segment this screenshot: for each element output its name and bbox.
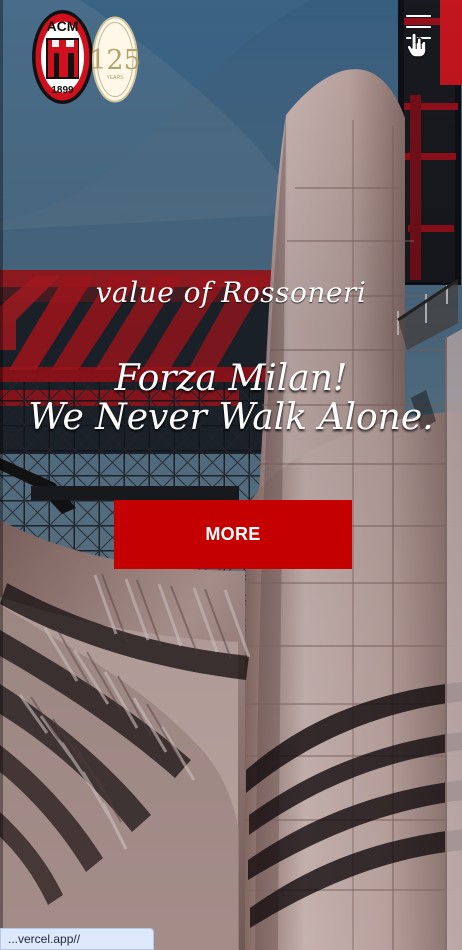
anniversary-years-text: YEARS bbox=[107, 75, 125, 81]
hamburger-bottom-line bbox=[406, 37, 431, 39]
hamburger-middle-line bbox=[406, 26, 431, 28]
menu-button[interactable] bbox=[401, 10, 436, 46]
club-logo-acm-text: ACM bbox=[47, 18, 79, 34]
slogan-line-never-walk-alone: We Never Walk Alone. bbox=[28, 397, 434, 438]
brand-logos[interactable]: ACM 1899 125 YEARS bbox=[31, 9, 139, 107]
125-years-badge-icon[interactable]: 125 YEARS bbox=[91, 14, 139, 105]
club-logo-year-text: 1899 bbox=[51, 85, 74, 96]
anniversary-number-text: 125 bbox=[91, 45, 139, 76]
slogan-line-forza-milan: Forza Milan! bbox=[114, 358, 348, 399]
ac-milan-crest-icon[interactable]: ACM 1899 bbox=[31, 9, 94, 105]
san-siro-stadium-photo bbox=[0, 0, 462, 950]
left-edge-shadow bbox=[0, 0, 3, 950]
hero-tagline: value of Rossoneri bbox=[95, 276, 367, 309]
hamburger-top-line bbox=[406, 15, 431, 17]
hero-slogan: Forza Milan! We Never Walk Alone. bbox=[0, 359, 462, 437]
more-button[interactable]: MORE bbox=[114, 500, 352, 569]
mobile-hero-page: ACM 1899 125 YEARS value of Rossoneri Fo… bbox=[0, 0, 462, 950]
status-url: ...vercel.app// bbox=[0, 928, 154, 950]
